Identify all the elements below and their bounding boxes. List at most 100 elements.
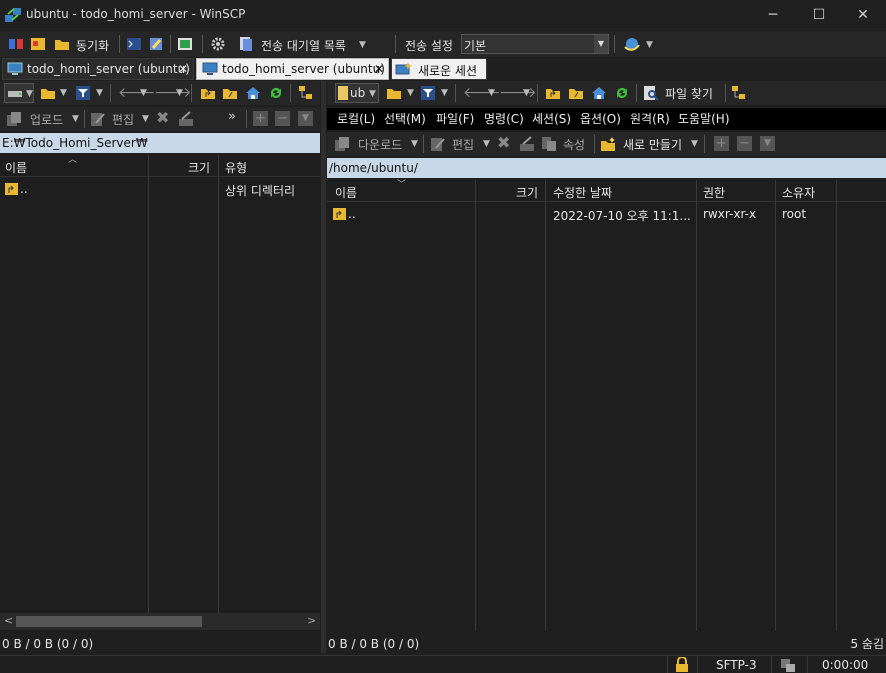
- tree-toggle-icon[interactable]: [298, 85, 314, 101]
- rename-icon[interactable]: [519, 136, 535, 152]
- menu-item-files[interactable]: 파일(F): [436, 108, 474, 130]
- chevron-down-icon[interactable]: ▼: [488, 88, 495, 98]
- putty-icon[interactable]: [148, 36, 164, 52]
- chevron-down-icon[interactable]: ▼: [359, 40, 366, 50]
- col-size[interactable]: 크기: [188, 159, 210, 176]
- forward-arrow-icon[interactable]: 🡒: [154, 84, 192, 101]
- menu-item-options[interactable]: 옵션(O): [580, 108, 621, 130]
- horizontal-scrollbar[interactable]: < >: [0, 613, 320, 630]
- col-modified[interactable]: 수정한 날짜: [553, 184, 612, 201]
- menu-item-local[interactable]: 로컬(L): [337, 108, 375, 130]
- upload-icon[interactable]: [6, 111, 22, 127]
- close-icon[interactable]: ✕: [178, 62, 188, 76]
- open-folder-icon[interactable]: [386, 85, 402, 101]
- chevron-down-icon[interactable]: ▼: [594, 35, 608, 53]
- chevron-down-icon[interactable]: ▼: [26, 89, 33, 99]
- chevron-down-icon[interactable]: ▼: [176, 88, 183, 98]
- chevron-down-icon[interactable]: ▼: [369, 89, 376, 99]
- table-row[interactable]: .. 상위 디렉터리: [0, 181, 320, 199]
- edit-button[interactable]: 편집: [452, 136, 474, 153]
- sync-browse-icon[interactable]: [30, 36, 46, 52]
- table-row[interactable]: .. 2022-07-10 오후 11:1... rwxr-xr-x root: [327, 206, 886, 224]
- menu-item-help[interactable]: 도움말(H): [678, 108, 730, 130]
- tab-new-session[interactable]: 새로운 세션: [391, 58, 487, 80]
- scroll-right-icon[interactable]: >: [307, 614, 316, 627]
- new-button[interactable]: 새로 만들기: [623, 136, 682, 153]
- edit-icon[interactable]: [90, 111, 106, 127]
- filter-icon[interactable]: [75, 85, 91, 101]
- rename-icon[interactable]: [178, 111, 194, 127]
- right-path-bar[interactable]: /home/ubuntu/: [327, 158, 886, 178]
- scrollbar-thumb[interactable]: [16, 616, 202, 627]
- left-path-bar[interactable]: E:₩Todo_Homi_Server₩: [0, 133, 320, 153]
- menu-item-remote[interactable]: 원격(R): [630, 108, 670, 130]
- filter-icon[interactable]: [420, 85, 436, 101]
- edit-icon[interactable]: [430, 136, 446, 152]
- upload-button[interactable]: 업로드: [30, 111, 63, 128]
- select-plus-icon[interactable]: +: [253, 111, 268, 126]
- minimize-button[interactable]: ─: [750, 0, 796, 30]
- chevron-down-icon[interactable]: ▼: [407, 88, 414, 98]
- gear-icon[interactable]: [210, 36, 226, 52]
- close-icon[interactable]: ✕: [374, 62, 384, 76]
- tab-session-1[interactable]: todo_homi_server (ubuntu) ✕: [2, 58, 194, 80]
- properties-button[interactable]: 속성: [563, 136, 585, 153]
- tab-session-2[interactable]: todo_homi_server (ubuntu) ✕: [196, 58, 389, 80]
- compare-dirs-icon[interactable]: [8, 36, 24, 52]
- synchronize-icon[interactable]: [54, 36, 70, 52]
- chevron-down-icon[interactable]: ▼: [441, 88, 448, 98]
- select-filter-icon[interactable]: ▼: [298, 111, 313, 126]
- menu-item-mark[interactable]: 선택(M): [384, 108, 426, 130]
- remote-drive-select[interactable]: ub ▼: [335, 83, 379, 103]
- parent-dir-icon[interactable]: [545, 85, 561, 101]
- find-files-icon[interactable]: [643, 85, 659, 101]
- col-owner[interactable]: 소유자: [782, 184, 815, 201]
- menu-item-commands[interactable]: 명령(C): [484, 108, 524, 130]
- home-icon[interactable]: [591, 85, 607, 101]
- queue-list-button[interactable]: 전송 대기열 목록: [261, 37, 346, 54]
- global-sync-icon[interactable]: [623, 36, 641, 52]
- hidden-files-count[interactable]: 5 숨김: [820, 633, 884, 655]
- chevron-down-icon[interactable]: ▼: [60, 88, 67, 98]
- download-button[interactable]: 다운로드: [358, 136, 402, 153]
- new-folder-icon[interactable]: [600, 136, 616, 152]
- console-icon[interactable]: [126, 36, 142, 52]
- close-window-button[interactable]: ✕: [840, 0, 886, 30]
- col-name[interactable]: 이름: [5, 159, 27, 176]
- overflow-chevron-icon[interactable]: »: [228, 109, 236, 124]
- select-filter-icon[interactable]: ▼: [760, 136, 775, 151]
- select-minus-icon[interactable]: −: [737, 136, 752, 151]
- session-icon[interactable]: [177, 36, 193, 52]
- forward-arrow-icon[interactable]: 🡒: [499, 84, 537, 101]
- properties-icon[interactable]: [541, 136, 557, 152]
- panel-splitter[interactable]: [321, 81, 326, 653]
- delete-icon[interactable]: ✖: [497, 133, 510, 152]
- chevron-down-icon[interactable]: ▼: [142, 114, 149, 124]
- synchronize-button[interactable]: 동기화: [76, 37, 109, 54]
- download-icon[interactable]: [334, 136, 350, 152]
- delete-icon[interactable]: ✖: [156, 108, 169, 127]
- queue-list-icon[interactable]: [238, 36, 254, 52]
- chevron-down-icon[interactable]: ▼: [140, 88, 147, 98]
- drive-select[interactable]: ▼: [4, 83, 34, 103]
- parent-dir-icon[interactable]: [200, 85, 216, 101]
- select-minus-icon[interactable]: −: [275, 111, 290, 126]
- tree-toggle-icon[interactable]: [731, 85, 747, 101]
- col-rights[interactable]: 권한: [703, 184, 725, 201]
- maximize-button[interactable]: ☐: [796, 0, 842, 30]
- chevron-down-icon[interactable]: ▼: [96, 88, 103, 98]
- col-type[interactable]: 유형: [225, 159, 247, 176]
- chevron-down-icon[interactable]: ▼: [411, 139, 418, 149]
- chevron-down-icon[interactable]: ▼: [691, 139, 698, 149]
- back-arrow-icon[interactable]: 🡐: [118, 84, 156, 101]
- lock-icon[interactable]: [675, 657, 689, 673]
- home-icon[interactable]: [245, 85, 261, 101]
- root-dir-icon[interactable]: [222, 85, 238, 101]
- open-folder-icon[interactable]: [40, 85, 56, 101]
- refresh-icon[interactable]: [614, 85, 630, 101]
- col-size[interactable]: 크기: [516, 184, 538, 201]
- find-files-button[interactable]: 파일 찾기: [665, 85, 713, 102]
- menu-item-session[interactable]: 세션(S): [532, 108, 571, 130]
- select-plus-icon[interactable]: +: [714, 136, 729, 151]
- chevron-down-icon[interactable]: ▼: [72, 114, 79, 124]
